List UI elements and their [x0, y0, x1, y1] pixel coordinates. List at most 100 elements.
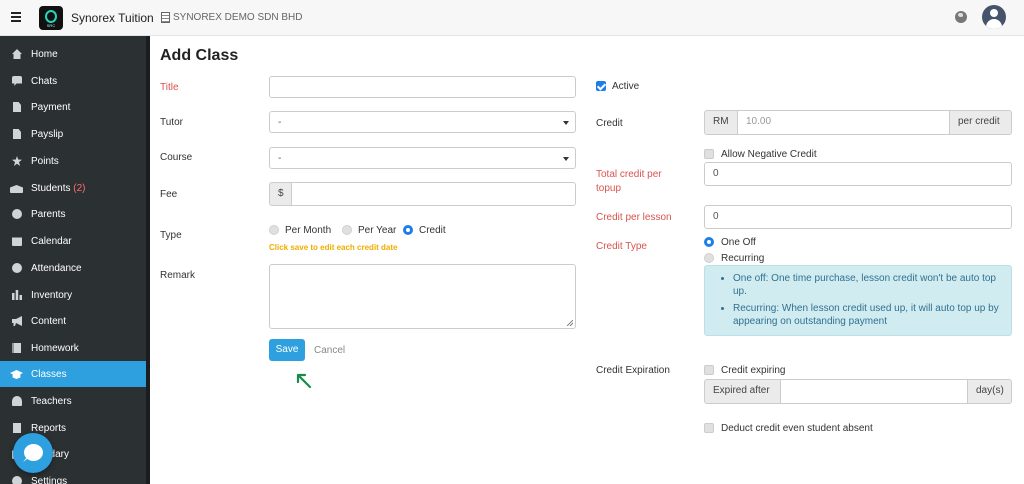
sidebar-item-label: Chats [31, 76, 58, 87]
active-label: Active [612, 81, 640, 92]
sidebar-item-classes[interactable]: Classes [0, 361, 146, 387]
credit-type-label: Credit Type [596, 241, 647, 252]
sidebar-item-calendar[interactable]: Calendar [0, 228, 146, 254]
active-checkbox[interactable] [596, 81, 606, 91]
course-select[interactable]: - [269, 147, 576, 169]
file-icon [13, 102, 21, 112]
sidebar-item-payment[interactable]: Payment [0, 94, 146, 120]
live-chat-button[interactable] [13, 433, 53, 473]
allow-negative-label: Allow Negative Credit [721, 149, 817, 160]
sidebar-item-label: Settings [31, 476, 68, 484]
students-count-badge: (2) [73, 183, 86, 194]
credit-input[interactable]: 10.00 [737, 110, 950, 135]
book-icon [12, 343, 21, 353]
sidebar-item-points[interactable]: Points [0, 148, 146, 174]
expired-after-prefix: Expired after [704, 379, 781, 404]
sidebar-item-label: Calendar [31, 236, 72, 247]
sidebar-item-chats[interactable]: Chats [0, 68, 146, 94]
app-logo[interactable]: SRC [39, 6, 63, 30]
sidebar-item-label: Attendance [31, 263, 82, 274]
deduct-absent-checkbox[interactable] [704, 423, 714, 433]
sidebar-item-label: Payslip [31, 129, 64, 140]
sidebar-item-label: Homework [31, 343, 79, 354]
remark-textarea[interactable] [269, 264, 576, 329]
menu-icon[interactable] [11, 12, 21, 22]
tutor-select[interactable]: - [269, 111, 576, 133]
sidebar-item-label: Students (2) [31, 183, 86, 194]
graduation-cap-icon [10, 370, 23, 379]
info-one-off: One off: One time purchase, lesson credi… [733, 272, 1003, 298]
caret-down-icon [563, 121, 569, 125]
currency-prefix: $ [269, 182, 292, 206]
credit-placeholder: 10.00 [746, 116, 772, 127]
sidebar-item-parents[interactable]: Parents [0, 201, 146, 227]
sidebar-item-label: Home [31, 49, 58, 60]
sidebar-item-inventory[interactable]: Inventory [0, 282, 146, 308]
megaphone-icon [12, 316, 22, 326]
sidebar-item-attendance[interactable]: Attendance [0, 255, 146, 281]
type-credit-label[interactable]: Credit [419, 225, 446, 236]
total-credit-label-line1: Total credit per [596, 169, 662, 180]
type-hint: Click save to edit each credit date [269, 243, 398, 252]
type-per-month-radio[interactable] [269, 225, 279, 235]
org-name: SYNOREX DEMO SDN BHD [173, 12, 303, 23]
credit-per-lesson-input[interactable]: 0 [704, 205, 1012, 229]
globe-icon[interactable] [955, 11, 967, 23]
sidebar-item-students[interactable]: Students (2) [0, 175, 146, 201]
clock-icon [12, 263, 22, 273]
page-title: Add Class [160, 47, 239, 64]
allow-negative-checkbox[interactable] [704, 149, 714, 159]
resize-handle-icon[interactable] [567, 320, 573, 326]
sidebar-item-homework[interactable]: Homework [0, 335, 146, 361]
credit-expiration-label: Credit Expiration [596, 365, 670, 376]
sidebar-item-label: Payment [31, 102, 71, 113]
fee-input[interactable] [291, 182, 576, 206]
star-icon [12, 156, 22, 166]
sidebar-item-settings[interactable]: Settings [0, 468, 146, 484]
credit-expiring-label: Credit expiring [721, 365, 786, 376]
calendar-icon [12, 237, 22, 246]
cursor-arrow-icon [296, 373, 312, 389]
type-per-year-label[interactable]: Per Year [358, 225, 396, 236]
type-per-year-radio[interactable] [342, 225, 352, 235]
credit-type-one-off-label[interactable]: One Off [721, 237, 756, 248]
cancel-button[interactable]: Cancel [314, 345, 345, 356]
gear-icon [12, 476, 22, 484]
deduct-absent-label: Deduct credit even student absent [721, 423, 873, 434]
sidebar-item-label: Content [31, 316, 67, 327]
total-credit-input[interactable]: 0 [704, 162, 1012, 186]
sidebar-item-label: Teachers [31, 396, 72, 407]
sidebar-item-label: Parents [31, 209, 66, 220]
sidebar-item-home[interactable]: Home [0, 41, 146, 67]
remark-label: Remark [160, 270, 196, 281]
expired-after-suffix: day(s) [967, 379, 1012, 404]
logo-text: SRC [46, 23, 56, 28]
save-button[interactable]: Save [269, 339, 305, 361]
sidebar-item-teachers[interactable]: Teachers [0, 388, 146, 414]
type-credit-radio[interactable] [403, 225, 413, 235]
tutor-select-value: - [278, 117, 282, 128]
caret-down-icon [563, 157, 569, 161]
type-label: Type [160, 230, 182, 241]
sidebar: Home Chats Payment Payslip Points Studen… [0, 36, 150, 484]
credit-type-recurring-label[interactable]: Recurring [721, 253, 764, 264]
title-label: Title [160, 82, 179, 93]
sidebar-item-payslip[interactable]: Payslip [0, 121, 146, 147]
info-recurring: Recurring: When lesson credit used up, i… [733, 302, 1003, 328]
sidebar-item-content[interactable]: Content [0, 308, 146, 334]
credit-type-recurring-radio[interactable] [704, 253, 714, 263]
expired-after-input[interactable] [780, 379, 968, 404]
title-input[interactable] [269, 76, 576, 98]
avatar[interactable] [982, 5, 1006, 29]
sidebar-item-label: Classes [31, 369, 67, 380]
chat-icon [12, 76, 22, 86]
credit-currency-prefix: RM [704, 110, 738, 135]
type-per-month-label[interactable]: Per Month [285, 225, 331, 236]
sidebar-item-label: Points [31, 156, 59, 167]
credit-type-info: One off: One time purchase, lesson credi… [704, 265, 1012, 336]
credit-type-one-off-radio[interactable] [704, 237, 714, 247]
home-icon [12, 49, 22, 59]
credit-expiring-checkbox[interactable] [704, 365, 714, 375]
course-select-value: - [278, 153, 282, 164]
total-credit-label-line2: topup [596, 183, 622, 194]
